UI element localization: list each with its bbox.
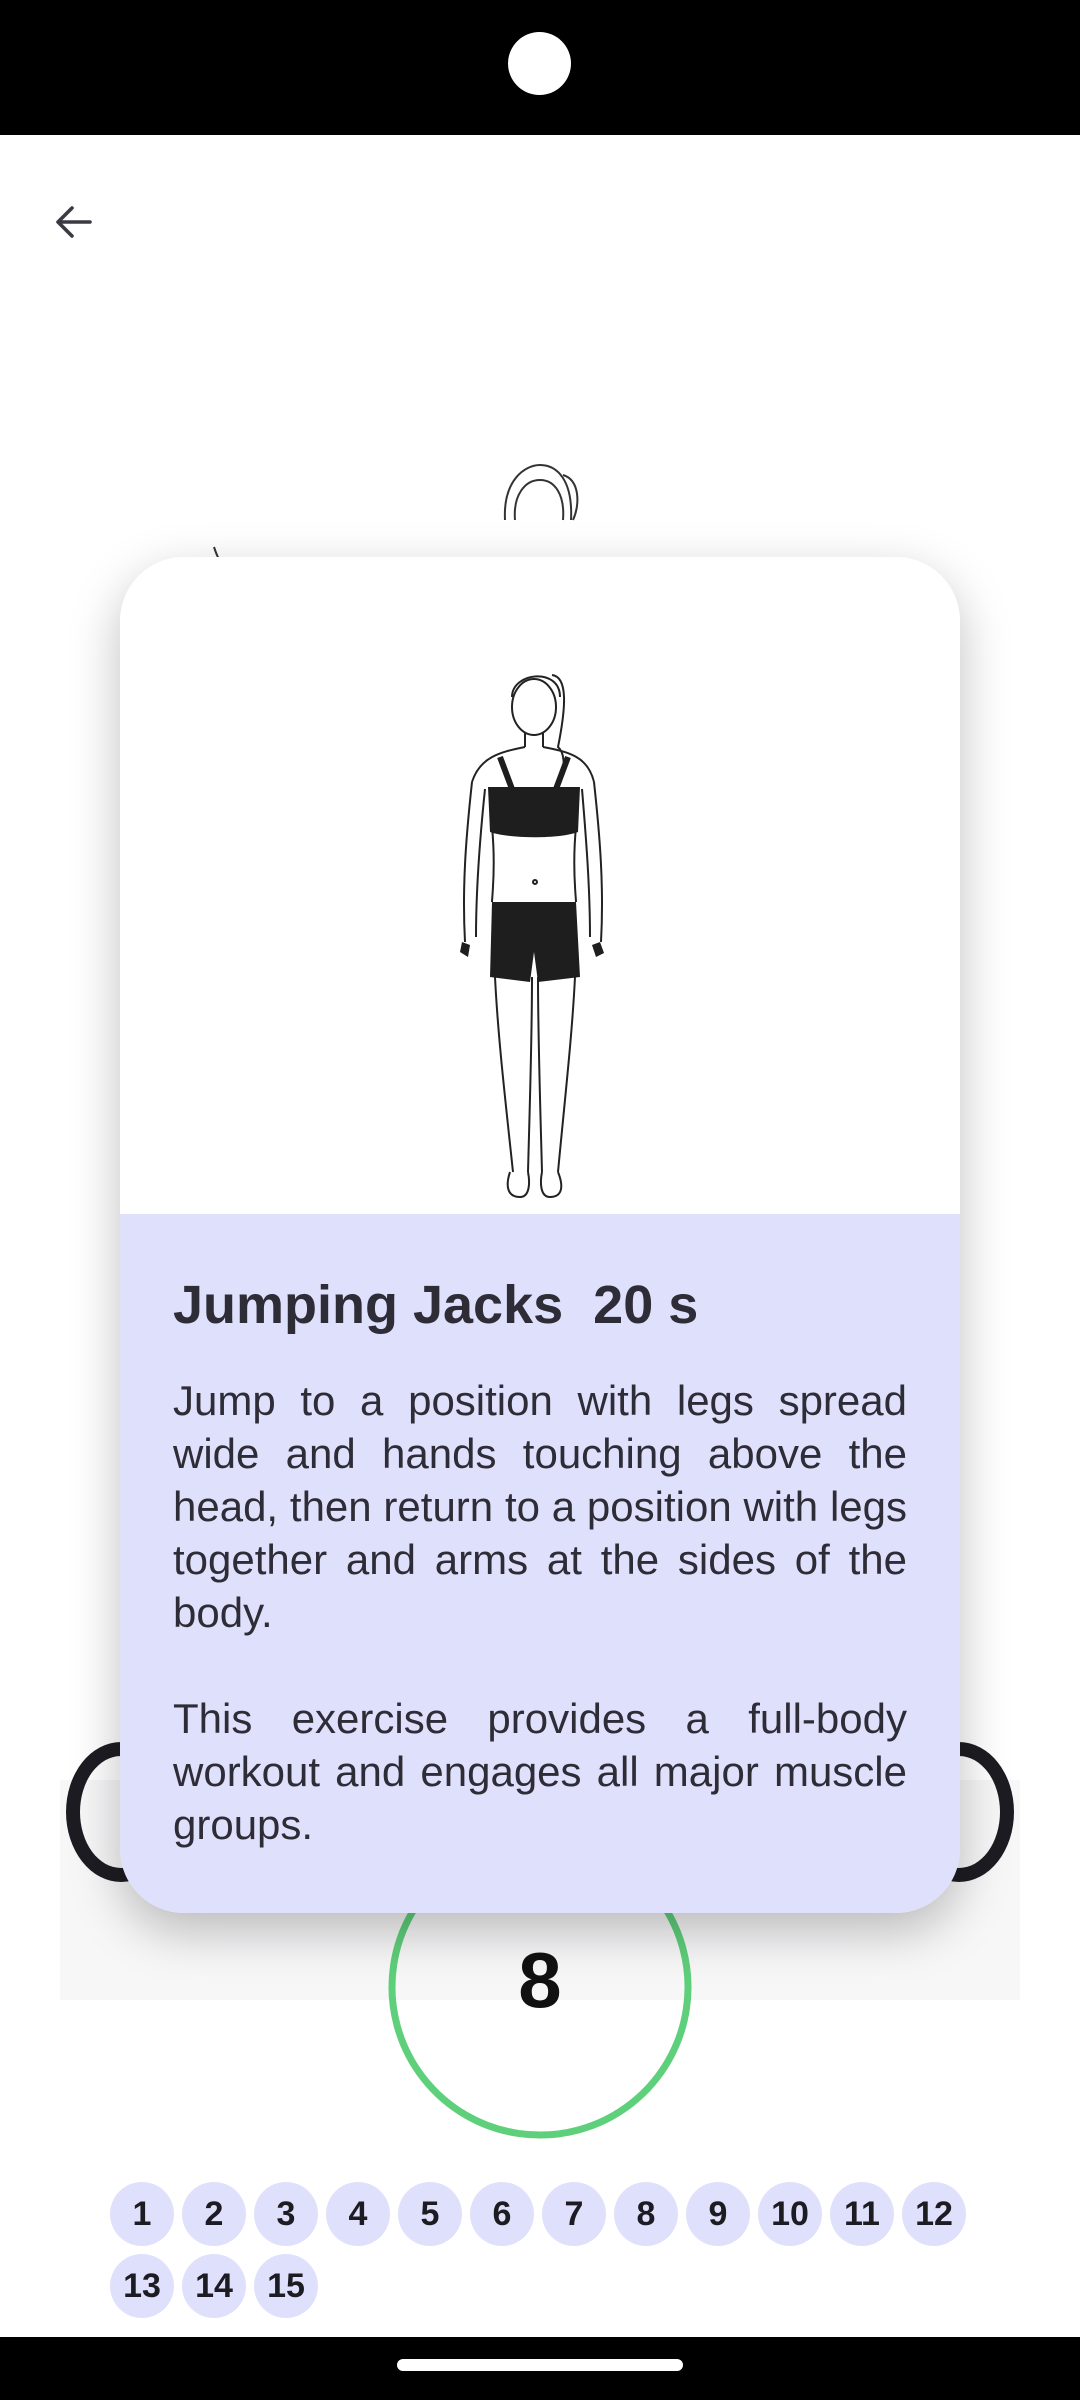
timer-count: 8 [518,1936,562,2024]
step-indicator[interactable]: 1 [110,2182,174,2246]
step-indicator[interactable]: 6 [470,2182,534,2246]
description-paragraph: This exercise provides a full-body worko… [173,1695,907,1848]
exercise-step-list: 1 2 3 4 5 6 7 8 9 10 11 12 13 14 15 [110,2182,990,2318]
arrow-left-icon [56,206,92,238]
step-indicator[interactable]: 12 [902,2182,966,2246]
step-indicator[interactable]: 13 [110,2254,174,2318]
step-indicator[interactable]: 9 [686,2182,750,2246]
step-indicator[interactable]: 2 [182,2182,246,2246]
exercise-card[interactable]: Jumping Jacks 20 s Jump to a position wi… [120,557,960,1913]
exercise-description: Jump to a position with legs spread wide… [173,1374,907,1904]
exercise-info-panel: Jumping Jacks 20 s Jump to a position wi… [120,1214,960,1913]
background-figure-illustration [503,463,579,521]
step-indicator[interactable]: 5 [398,2182,462,2246]
back-button[interactable] [34,182,114,262]
exercise-title: Jumping Jacks 20 s [173,1274,698,1336]
step-indicator[interactable]: 14 [182,2254,246,2318]
exercise-duration: 20 s [593,1275,699,1335]
step-indicator[interactable]: 7 [542,2182,606,2246]
woman-standing-illustration [460,674,604,1199]
step-indicator[interactable]: 3 [254,2182,318,2246]
step-indicator[interactable]: 4 [326,2182,390,2246]
step-indicator[interactable]: 10 [758,2182,822,2246]
camera-cutout [508,32,571,95]
description-paragraph: Jump to a position with legs spread wide… [173,1377,907,1636]
home-handle[interactable] [397,2359,683,2371]
step-indicator[interactable]: 11 [830,2182,894,2246]
exercise-name: Jumping Jacks [173,1275,564,1335]
step-indicator[interactable]: 15 [254,2254,318,2318]
step-indicator[interactable]: 8 [614,2182,678,2246]
status-bar [0,0,1080,135]
exercise-illustration [120,557,960,1214]
navigation-bar [0,2337,1080,2400]
